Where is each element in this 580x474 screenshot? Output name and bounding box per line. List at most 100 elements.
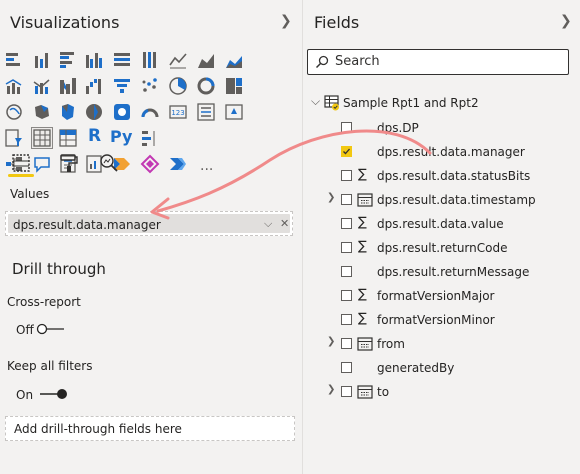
stacked-area-chart-icon[interactable] [224, 50, 244, 70]
field-row[interactable]: ∑ formatVersionMajor [303, 284, 580, 308]
clustered-bar-chart-icon[interactable] [58, 50, 78, 70]
field-name: dps.result.data.timestamp [377, 193, 536, 207]
field-checkbox[interactable] [341, 266, 352, 277]
remove-field-close-icon[interactable]: ✕ [280, 217, 289, 230]
power-automate-flow-icon[interactable] [168, 154, 188, 174]
card-icon[interactable]: 123 [168, 102, 188, 122]
gauge-chart-icon[interactable] [140, 102, 160, 122]
drill-through-drop-zone[interactable]: Add drill-through fields here [5, 416, 295, 441]
sigma-icon: ∑ [358, 239, 367, 254]
line-and-clustered-column-icon[interactable] [32, 76, 52, 96]
table-node-sample-rpt[interactable]: ⌵ Sample Rpt1 and Rpt2 [303, 91, 580, 115]
field-checkbox[interactable] [341, 146, 352, 157]
svg-text:123: 123 [171, 109, 184, 117]
field-name: to [377, 385, 390, 399]
qa-visual-icon[interactable] [32, 154, 52, 174]
line-and-stacked-column-icon[interactable] [4, 76, 24, 96]
fields-search-input[interactable]: Search [307, 49, 569, 75]
kpi-icon[interactable] [224, 102, 244, 122]
filled-map-icon[interactable] [32, 102, 52, 122]
drill-through-title: Drill through [12, 260, 106, 278]
expand-chevron-right-icon[interactable]: ❯ [327, 192, 335, 203]
azure-map-icon[interactable] [84, 102, 104, 122]
values-field-well[interactable]: dps.result.data.manager ⌵ ✕ [5, 211, 293, 236]
field-checkbox[interactable] [341, 338, 352, 349]
keep-all-filters-toggle[interactable] [38, 387, 68, 401]
field-row[interactable]: dps.result.data.manager [303, 140, 580, 164]
cross-report-toggle[interactable] [36, 322, 66, 336]
sigma-icon: ∑ [358, 215, 367, 230]
expand-chevron-right-icon[interactable]: ❯ [327, 384, 335, 395]
clustered-column-chart-icon[interactable] [84, 50, 104, 70]
r-script-visual-icon[interactable]: R [88, 126, 108, 146]
100pct-bar-chart-icon[interactable] [112, 50, 132, 70]
table-visual-icon[interactable] [31, 127, 53, 149]
key-influencers-icon[interactable] [140, 128, 160, 148]
area-chart-icon[interactable] [196, 50, 216, 70]
field-checkbox[interactable] [341, 170, 352, 181]
stacked-bar-chart-icon[interactable] [4, 50, 24, 70]
field-name: dps.result.returnCode [377, 241, 508, 255]
field-checkbox[interactable] [341, 386, 352, 397]
values-field-pill[interactable]: dps.result.data.manager ⌵ ✕ [8, 214, 290, 233]
pie-chart-icon[interactable] [168, 76, 188, 96]
field-checkbox[interactable] [341, 290, 352, 301]
waterfall-chart-icon[interactable] [84, 76, 104, 96]
field-row[interactable]: ∑ formatVersionMinor [303, 308, 580, 332]
field-row[interactable]: ❯ to [303, 380, 580, 404]
matrix-visual-icon[interactable] [58, 128, 78, 148]
line-chart-icon[interactable] [168, 50, 188, 70]
field-row[interactable]: ∑ dps.result.returnCode [303, 236, 580, 260]
field-row[interactable]: ❯ from [303, 332, 580, 356]
chevron-down-icon[interactable]: ⌵ [264, 217, 272, 231]
arcgis-map-icon[interactable] [112, 102, 132, 122]
funnel-chart-icon[interactable] [112, 76, 132, 96]
field-row[interactable]: ∑ dps.result.data.statusBits [303, 164, 580, 188]
sigma-icon: ∑ [358, 167, 367, 182]
field-checkbox[interactable] [341, 314, 352, 325]
search-icon [315, 55, 329, 69]
collapse-chevron-down-icon[interactable]: ⌵ [311, 94, 320, 109]
field-name: dps.result.data.statusBits [377, 169, 531, 183]
field-row[interactable]: generatedBy [303, 356, 580, 380]
field-checkbox[interactable] [341, 362, 352, 373]
scatter-chart-icon[interactable] [140, 76, 160, 96]
field-name: generatedBy [377, 361, 455, 375]
power-apps-icon[interactable] [140, 154, 160, 174]
analytics-magnifier-icon[interactable] [98, 152, 120, 174]
treemap-icon[interactable] [224, 76, 244, 96]
100pct-column-chart-icon[interactable] [140, 50, 160, 70]
fields-collapse-chevron-icon[interactable]: ❯ [560, 13, 572, 29]
ribbon-chart-icon[interactable] [58, 76, 78, 96]
calendar-hierarchy-icon [357, 193, 373, 207]
multi-row-card-icon[interactable] [196, 102, 216, 122]
drill-through-placeholder: Add drill-through fields here [14, 422, 182, 436]
format-paint-roller-icon[interactable] [58, 152, 80, 174]
collapse-chevron-icon[interactable]: ❯ [280, 13, 292, 29]
table-icon [324, 95, 339, 111]
field-row[interactable]: dps.result.returnMessage [303, 260, 580, 284]
python-visual-icon[interactable]: Py [110, 127, 132, 147]
field-checkbox[interactable] [341, 194, 352, 205]
map-icon[interactable] [4, 102, 24, 122]
field-name: formatVersionMinor [377, 313, 495, 327]
more-visuals-icon[interactable]: ... [200, 158, 220, 178]
build-visual-tab-icon[interactable] [10, 152, 32, 174]
expand-chevron-right-icon[interactable]: ❯ [327, 336, 335, 347]
slicer-icon[interactable] [4, 128, 24, 148]
field-name: dps.result.data.manager [377, 145, 525, 159]
donut-chart-icon[interactable] [196, 76, 216, 96]
field-row[interactable]: ❯ dps.result.data.timestamp [303, 188, 580, 212]
field-name: from [377, 337, 405, 351]
field-row[interactable]: ∑ dps.result.data.value [303, 212, 580, 236]
field-checkbox[interactable] [341, 122, 352, 133]
field-checkbox[interactable] [341, 242, 352, 253]
active-tab-indicator [8, 174, 34, 177]
sigma-icon: ∑ [358, 311, 367, 326]
field-row[interactable]: dps.DP [303, 116, 580, 140]
field-name: formatVersionMajor [377, 289, 495, 303]
shape-map-icon[interactable] [58, 102, 78, 122]
field-checkbox[interactable] [341, 218, 352, 229]
stacked-column-chart-icon[interactable] [32, 50, 52, 70]
field-name: dps.result.returnMessage [377, 265, 530, 279]
